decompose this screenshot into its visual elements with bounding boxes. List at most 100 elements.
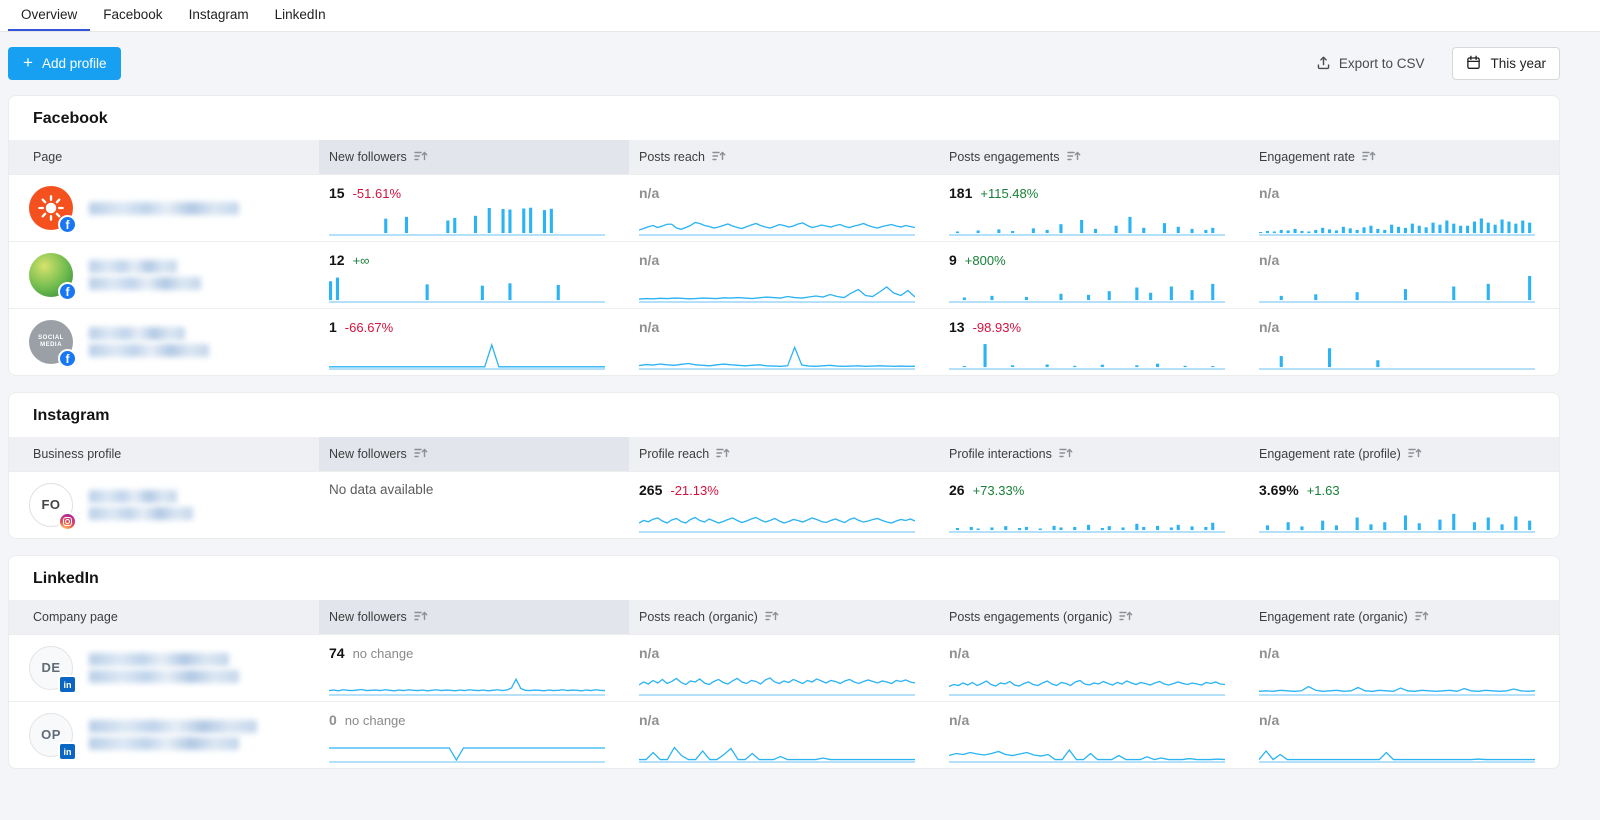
- sparkline-chart: [329, 273, 605, 303]
- sparkline-chart: [949, 503, 1225, 533]
- column-header-posts-reach-organic[interactable]: Posts reach (organic): [629, 600, 939, 634]
- metric-cell: n/a: [1249, 702, 1559, 768]
- tab-label: LinkedIn: [275, 7, 326, 22]
- sparkline-chart: [329, 666, 605, 696]
- metric-value: n/a: [949, 645, 969, 661]
- export-csv-label: Export to CSV: [1339, 56, 1425, 71]
- metric-cell: n/a: [1249, 242, 1559, 308]
- metric-value: 0: [329, 712, 337, 728]
- metric-value: 9: [949, 252, 957, 268]
- metric-cell: 74 no change: [319, 635, 629, 701]
- sparkline-chart: [639, 666, 915, 696]
- add-profile-label: Add profile: [42, 56, 107, 71]
- sparkline-chart: [329, 206, 605, 236]
- metric-cell: 15-51.61%: [319, 175, 629, 241]
- section-title: Instagram: [9, 393, 1559, 437]
- sparkline-chart: [949, 206, 1225, 236]
- linkedin-section: LinkedIn Company page New followers Post…: [8, 555, 1560, 769]
- sort-icon: [1119, 610, 1133, 625]
- tab-instagram[interactable]: Instagram: [176, 0, 262, 31]
- sort-icon: [414, 610, 428, 625]
- sort-icon: [712, 150, 726, 165]
- section-title: LinkedIn: [9, 556, 1559, 600]
- metric-value: n/a: [1259, 645, 1279, 661]
- profile-name-redacted: [89, 653, 239, 683]
- metric-cell: n/a: [629, 309, 939, 375]
- tab-label: Instagram: [189, 7, 249, 22]
- metric-delta: +∞: [353, 253, 370, 268]
- profile-avatar: f: [29, 253, 73, 297]
- metric-delta: -98.93%: [973, 320, 1021, 335]
- column-header-profile-interactions[interactable]: Profile interactions: [939, 437, 1249, 471]
- metric-value: 1: [329, 319, 337, 335]
- network-badge-icon: f: [58, 215, 77, 234]
- instagram-section: Instagram Business profile New followers…: [8, 392, 1560, 539]
- add-profile-button[interactable]: + Add profile: [8, 47, 121, 80]
- column-header-posts-engagements-organic[interactable]: Posts engagements (organic): [939, 600, 1249, 634]
- metric-delta: +800%: [965, 253, 1006, 268]
- calendar-icon: [1466, 55, 1481, 73]
- column-header-engagement-rate[interactable]: Engagement rate: [1249, 140, 1559, 174]
- metric-value: 26: [949, 482, 965, 498]
- sparkline-chart: [1259, 340, 1535, 370]
- sparkline-chart: [1259, 503, 1535, 533]
- profile-cell: f: [9, 175, 319, 241]
- metric-value: 3.69%: [1259, 482, 1299, 498]
- toolbar: + Add profile Export to CSV This year: [8, 47, 1560, 80]
- metric-delta: no change: [353, 646, 414, 661]
- sort-icon: [1059, 447, 1073, 462]
- table-row[interactable]: OP in 0no change n/a n/a n/a: [9, 701, 1559, 768]
- sparkline-chart: [1259, 666, 1535, 696]
- metric-cell: 0no change: [319, 702, 629, 768]
- export-icon: [1316, 55, 1331, 73]
- metric-value: 13: [949, 319, 965, 335]
- tab-overview[interactable]: Overview: [8, 0, 90, 31]
- tab-linkedin[interactable]: LinkedIn: [262, 0, 339, 31]
- metric-value: n/a: [1259, 252, 1279, 268]
- metric-value: n/a: [639, 185, 659, 201]
- column-header-new-followers[interactable]: New followers: [319, 600, 629, 634]
- column-header-posts-reach[interactable]: Posts reach: [629, 140, 939, 174]
- table-row[interactable]: SOCIAL MEDIA f 1-66.67% n/a 13-98.93% n/…: [9, 308, 1559, 375]
- column-header-new-followers[interactable]: New followers: [319, 140, 629, 174]
- sort-icon: [1362, 150, 1376, 165]
- profile-name-redacted: [89, 202, 239, 215]
- table-row[interactable]: FO No data available 265-21.13% 26+73.33…: [9, 471, 1559, 538]
- table-row[interactable]: DE in 74no change n/a n/a n/a: [9, 634, 1559, 701]
- column-header-engagement-rate-organic[interactable]: Engagement rate (organic): [1249, 600, 1559, 634]
- metric-cell: 9 +800%: [939, 242, 1249, 308]
- metric-value: n/a: [1259, 185, 1279, 201]
- metric-cell: n/a: [1249, 309, 1559, 375]
- table-row[interactable]: f 12+∞ n/a 9+800% n/a: [9, 241, 1559, 308]
- profile-cell: OP in: [9, 702, 319, 768]
- sparkline-chart: [639, 273, 915, 303]
- tab-facebook[interactable]: Facebook: [90, 0, 175, 31]
- metric-value: 74: [329, 645, 345, 661]
- metric-value: 12: [329, 252, 345, 268]
- metric-cell: 265-21.13%: [629, 472, 939, 538]
- sparkline-chart: [1259, 733, 1535, 763]
- metric-value: 15: [329, 185, 345, 201]
- sparkline-chart: [949, 273, 1225, 303]
- column-header-new-followers[interactable]: New followers: [319, 437, 629, 471]
- sparkline-chart: [639, 340, 915, 370]
- metric-value: n/a: [1259, 712, 1279, 728]
- profile-cell: FO: [9, 472, 319, 538]
- sort-icon: [1415, 610, 1429, 625]
- network-badge-icon: in: [58, 675, 77, 694]
- profile-name-redacted: [89, 720, 257, 750]
- export-csv-button[interactable]: Export to CSV: [1310, 54, 1431, 74]
- column-header-engagement-rate-profile[interactable]: Engagement rate (profile): [1249, 437, 1559, 471]
- sort-icon: [414, 150, 428, 165]
- section-title: Facebook: [9, 96, 1559, 140]
- column-header-profile-reach[interactable]: Profile reach: [629, 437, 939, 471]
- sparkline-chart: [949, 733, 1225, 763]
- metric-cell: n/a: [629, 175, 939, 241]
- period-label: This year: [1490, 56, 1546, 71]
- metric-value: n/a: [639, 645, 659, 661]
- column-header-posts-engagements[interactable]: Posts engagements: [939, 140, 1249, 174]
- period-selector-button[interactable]: This year: [1452, 47, 1560, 80]
- metric-delta: -66.67%: [345, 320, 393, 335]
- table-row[interactable]: f 15-51.61% n/a 181+115.48% n/a: [9, 174, 1559, 241]
- column-header-business-profile: Business profile: [9, 437, 319, 471]
